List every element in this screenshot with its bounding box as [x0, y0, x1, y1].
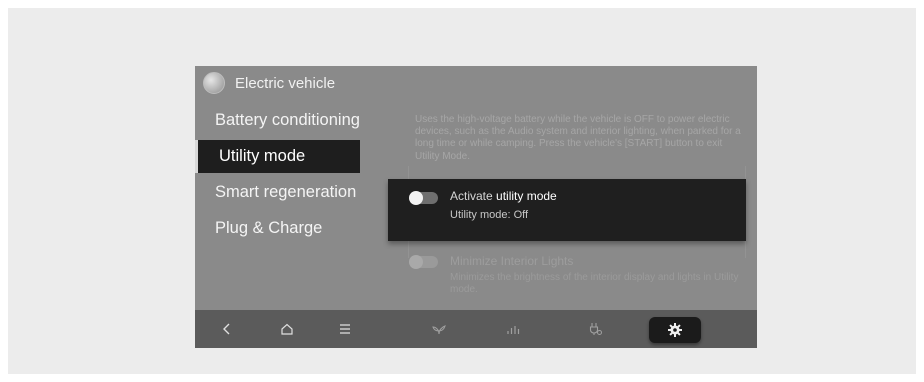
settings-gear-icon	[668, 323, 682, 337]
charging-button[interactable]	[577, 310, 613, 348]
activate-utility-mode-option[interactable]: Activate utility mode Utility mode: Off	[388, 179, 746, 241]
figure-frame: Electric vehicle Battery conditioning Ut…	[8, 8, 916, 374]
page-title: Electric vehicle	[235, 74, 336, 92]
back-button[interactable]	[209, 310, 245, 348]
menu-item-utility-mode[interactable]: Utility mode	[195, 140, 360, 173]
menu-item-label: Battery conditioning	[215, 111, 360, 129]
menu-icon	[340, 324, 350, 334]
title-bar: Electric vehicle	[203, 72, 335, 94]
side-menu: Battery conditioning Utility mode Smart …	[195, 104, 385, 248]
menu-item-label: Plug & Charge	[215, 219, 323, 237]
ev-icon	[203, 72, 225, 94]
utility-mode-toggle[interactable]	[409, 191, 438, 205]
menu-item-battery-conditioning[interactable]: Battery conditioning	[195, 104, 385, 137]
minimize-interior-lights-option[interactable]: Minimize Interior Lights Minimizes the b…	[408, 248, 744, 308]
home-icon	[281, 323, 293, 335]
charging-plug-icon	[589, 323, 602, 335]
menu-button[interactable]	[327, 310, 363, 348]
eco-button[interactable]	[421, 310, 457, 348]
menu-item-label: Utility mode	[219, 147, 306, 165]
energy-bars-icon	[507, 326, 520, 334]
energy-button[interactable]	[495, 310, 531, 348]
bottom-nav-bar	[195, 310, 757, 348]
toggle-knob	[409, 255, 423, 269]
utility-mode-status: Utility mode: Off	[450, 209, 529, 221]
interior-lights-label: Minimize Interior Lights	[450, 254, 574, 268]
utility-mode-description: Uses the high-voltage battery while the …	[415, 114, 741, 162]
infotainment-screen: Electric vehicle Battery conditioning Ut…	[195, 66, 757, 348]
settings-button[interactable]	[649, 317, 701, 343]
menu-item-smart-regeneration[interactable]: Smart regeneration	[195, 176, 385, 209]
label-emphasis: utility mode	[496, 189, 557, 203]
label-prefix: Activate	[450, 189, 497, 203]
back-icon	[223, 323, 230, 335]
interior-lights-description: Minimizes the brightness of the interior…	[450, 272, 739, 295]
utility-toggle-label: Activate utility mode	[450, 189, 557, 203]
eco-leaf-icon	[432, 325, 446, 335]
menu-item-label: Smart regeneration	[215, 183, 357, 201]
toggle-knob	[409, 191, 423, 205]
interior-lights-toggle[interactable]	[409, 255, 438, 269]
home-button[interactable]	[269, 310, 305, 348]
menu-item-plug-and-charge[interactable]: Plug & Charge	[195, 212, 385, 245]
